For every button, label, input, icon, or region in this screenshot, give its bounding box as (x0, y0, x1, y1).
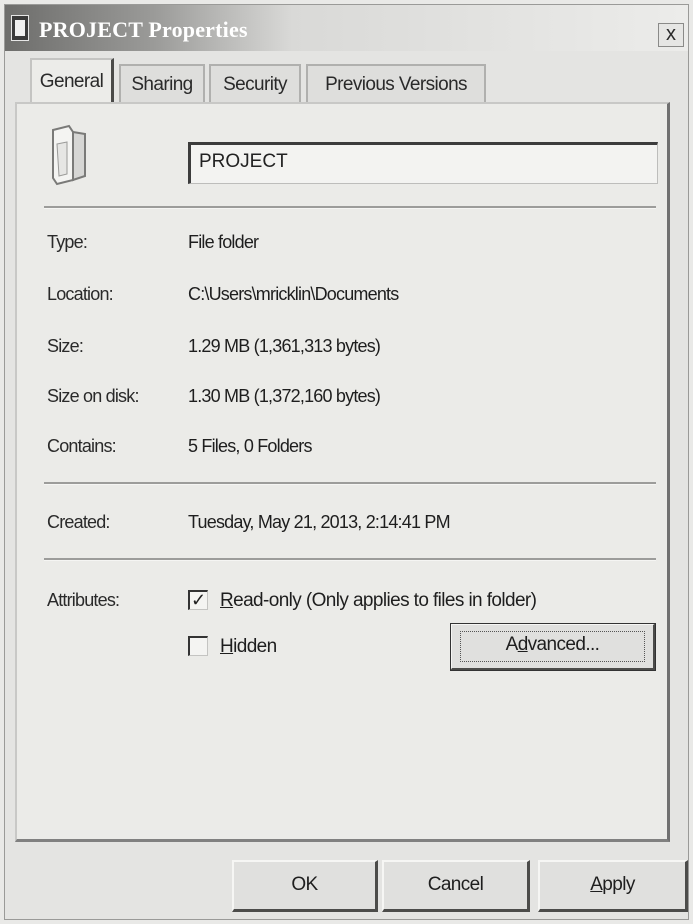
type-value: File folder (188, 232, 259, 252)
size-on-disk-label: Size on disk: (47, 386, 139, 406)
readonly-checkbox[interactable]: ✓ (188, 590, 208, 610)
size-value: 1.29 MB (1,361,313 bytes) (188, 336, 381, 356)
hidden-checkbox[interactable] (188, 636, 208, 656)
location-value: C:\Users\mricklin\Documents (188, 284, 399, 304)
type-label: Type: (47, 232, 88, 252)
advanced-button-label: Advanced... (505, 634, 600, 655)
ok-button[interactable]: OK (232, 860, 378, 912)
tab-security[interactable]: Security (209, 64, 301, 102)
window-title: PROJECT Properties (39, 17, 248, 42)
title-bar[interactable]: PROJECT Properties x (5, 5, 688, 51)
location-label: Location: (47, 284, 114, 304)
general-tab-panel (15, 102, 670, 842)
apply-button[interactable]: Apply (538, 860, 688, 912)
cancel-button[interactable]: Cancel (382, 860, 530, 912)
size-on-disk-value: 1.30 MB (1,372,160 bytes) (188, 386, 381, 406)
folder-name-input[interactable]: PROJECT (188, 142, 658, 184)
readonly-label[interactable]: Read-only (Only applies to files in fold… (220, 590, 537, 612)
size-label: Size: (47, 336, 84, 356)
close-button[interactable]: x (658, 23, 684, 47)
separator (44, 482, 656, 485)
contains-value: 5 Files, 0 Folders (188, 436, 312, 456)
separator (44, 558, 656, 561)
folder-icon (52, 124, 86, 186)
tab-sharing[interactable]: Sharing (119, 64, 205, 102)
contains-label: Contains: (47, 436, 117, 456)
hidden-label[interactable]: Hidden (220, 636, 277, 658)
tab-previous-versions[interactable]: Previous Versions (306, 64, 486, 102)
separator (44, 206, 656, 209)
attributes-label: Attributes: (47, 590, 120, 610)
created-value: Tuesday, May 21, 2013, 2:14:41 PM (188, 512, 451, 532)
tab-general[interactable]: General (30, 58, 114, 104)
folder-icon (11, 15, 29, 41)
advanced-button[interactable]: Advanced... (450, 623, 656, 671)
created-label: Created: (47, 512, 110, 532)
